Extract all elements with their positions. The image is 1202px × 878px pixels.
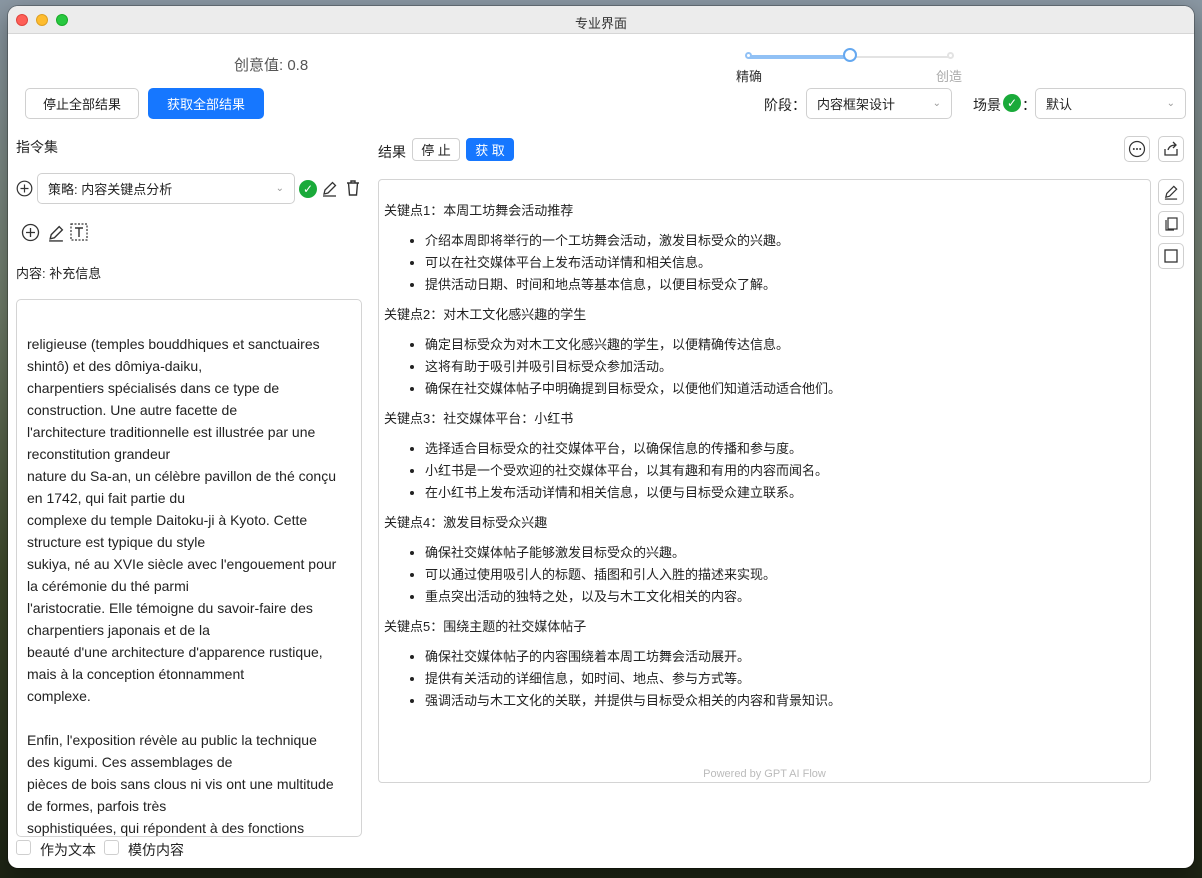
window-title: 专业界面 [574,16,627,31]
key-point-list: 介绍本周即将举行的一个工坊舞会活动，激发目标受众的兴趣。可以在社交媒体平台上发布… [384,230,1150,296]
content-line: beauté d'une architecture d'apparence ru… [27,644,323,660]
as-text-checkbox[interactable] [16,840,31,855]
key-point-item: 可以在社交媒体平台上发布活动详情和相关信息。 [425,252,1150,274]
content-line: pièces de bois sans clous ni vis ont une… [27,776,334,792]
chevron-down-icon: ⌄ [1166,98,1175,109]
key-point-heading: 关键点2：对木工文化感兴趣的学生 [384,307,587,322]
content-line: de formes, parfois très [27,798,167,814]
content-line: sophistiquées, qui répondent à des fonct… [27,820,305,836]
content-line: construction. Une autre facette de [27,402,238,418]
key-point-heading: 关键点3：社交媒体平台：小红书 [384,411,574,426]
strategy-select[interactable]: 策略: 内容关键点分析 ⌄ [37,173,295,204]
key-point-item: 介绍本周即将举行的一个工坊舞会活动，激发目标受众的兴趣。 [425,230,1150,252]
content-line: charpentiers japonais et de la [27,622,210,638]
stage-select[interactable]: 内容框架设计 ⌄ [806,88,952,119]
content-textarea[interactable]: religieuse (temples bouddhiques et sanct… [16,299,362,837]
key-point-item: 强调活动与木工文化的关联，并提供与目标受众相关的内容和背景知识。 [425,690,1150,712]
key-point-heading: 关键点1：本周工坊舞会活动推荐 [384,203,574,218]
content-line: reconstitution grandeur [27,446,171,462]
creativity-slider-fill [748,55,851,59]
key-point-item: 可以通过使用吸引人的标题、插图和引人入胜的描述来实现。 [425,564,1150,586]
key-point-item: 小红书是一个受欢迎的社交媒体平台，以其有趣和有用的内容而闻名。 [425,460,1150,482]
key-point-list: 选择适合目标受众的社交媒体平台，以确保信息的传播和参与度。小红书是一个受欢迎的社… [384,438,1150,504]
key-point-list: 确保社交媒体帖子能够激发目标受众的兴趣。可以通过使用吸引人的标题、插图和引人入胜… [384,542,1150,608]
text-box-icon[interactable] [69,222,89,242]
content-text: religieuse (temples bouddhiques et sanct… [27,333,351,836]
result-panel: 关键点1：本周工坊舞会活动推荐介绍本周即将举行的一个工坊舞会活动，激发目标受众的… [378,179,1151,783]
key-point-item: 确定目标受众为对木工文化感兴趣的学生，以便精确传达信息。 [425,334,1150,356]
content-line: en 1742, qui fait partie du [27,490,186,506]
slider-start-dot [745,52,752,59]
stop-all-results-button[interactable]: 停止全部结果 [25,88,139,119]
creativity-value: 创意值: 0.8 [234,57,309,74]
key-point-item: 选择适合目标受众的社交媒体平台，以确保信息的传播和参与度。 [425,438,1150,460]
imitate-content-checkbox[interactable] [104,840,119,855]
result-content: 关键点1：本周工坊舞会活动推荐介绍本周即将举行的一个工坊舞会活动，激发目标受众的… [379,180,1150,712]
instructions-header: 指令集 [16,139,58,155]
scene-select-value: 默认 [1046,97,1073,112]
content-line: l'aristocratie. Elle témoigne du savoir-… [27,600,313,616]
chevron-down-icon: ⌄ [932,98,941,109]
slider-end-dot [947,52,954,59]
share-icon[interactable] [1158,136,1184,162]
key-point-item: 提供活动日期、时间和地点等基本信息，以便目标受众了解。 [425,274,1150,296]
results-header: 结果 [378,144,406,160]
content-line: la cérémonie du thé parmi [27,578,189,594]
key-point-item: 确保在社交媒体帖子中明确提到目标受众，以便他们知道活动适合他们。 [425,378,1150,400]
content-line: shintô) et des dômiya-daiku, [27,358,203,374]
content-line: religieuse (temples bouddhiques et sanct… [27,336,320,352]
copy-icon[interactable] [1158,211,1184,237]
key-point-list: 确保社交媒体帖子的内容围绕着本周工坊舞会活动展开。提供有关活动的详细信息，如时间… [384,646,1150,712]
scene-label: 场景 [973,97,1001,113]
fetch-all-results-button[interactable]: 获取全部结果 [148,88,264,119]
content-line: mais à la conception étonnamment [27,666,245,682]
slider-right-label: 创造 [936,69,963,84]
creativity-slider-handle[interactable] [843,48,857,62]
pencil-icon[interactable] [1158,179,1184,205]
powered-by-text: Powered by GPT AI Flow [703,768,826,780]
stage-label: 阶段： [764,97,806,113]
key-point-item: 确保社交媒体帖子能够激发目标受众的兴趣。 [425,542,1150,564]
check-circle-icon: ✓ [299,180,317,198]
check-circle-icon: ✓ [1003,94,1021,112]
content-line: charpentiers spécialisés dans ce type de [27,380,280,396]
content-line: Enfin, l'exposition révèle au public la … [27,732,317,748]
title-bar: 专业界面 [8,6,1194,34]
content-line: l'architecture traditionnelle est illust… [27,424,316,440]
trash-icon[interactable] [344,178,362,198]
stage-select-value: 内容框架设计 [817,97,896,112]
slider-left-label: 精确 [736,69,763,84]
content-line [27,707,351,729]
content-line: des kigumi. Ces assemblages de [27,754,233,770]
stop-result-button[interactable]: 停 止 [412,138,460,161]
chevron-down-icon: ⌄ [275,183,284,194]
chat-bubble-icon[interactable] [1124,136,1150,162]
key-point-item: 提供有关活动的详细信息，如时间、地点、参与方式等。 [425,668,1150,690]
scene-select[interactable]: 默认 ⌄ [1035,88,1186,119]
content-line: structure est typique du style [27,534,206,550]
key-point-item: 确保社交媒体帖子的内容围绕着本周工坊舞会活动展开。 [425,646,1150,668]
content-line: complexe. [27,688,91,704]
pencil-icon[interactable] [320,179,338,197]
key-point-item: 在小红书上发布活动详情和相关信息，以便与目标受众建立联系。 [425,482,1150,504]
scene-colon: ： [1022,97,1036,113]
strategy-select-value: 策略: 内容关键点分析 [48,182,173,197]
pencil-icon[interactable] [46,223,65,242]
content-line: sukiya, né au XVIe siècle avec l'engouem… [27,556,337,572]
square-icon[interactable] [1158,243,1184,269]
content-line: nature du Sa-an, un célèbre pavillon de … [27,468,336,484]
key-point-item: 重点突出活动的独特之处，以及与木工文化相关的内容。 [425,586,1150,608]
fetch-result-button[interactable]: 获 取 [466,138,514,161]
key-point-heading: 关键点5：围绕主题的社交媒体帖子 [384,619,587,634]
key-point-heading: 关键点4：激发目标受众兴趣 [384,515,548,530]
plus-circle-icon[interactable] [15,179,33,197]
as-text-label: 作为文本 [40,842,96,858]
plus-circle-icon[interactable] [21,223,40,242]
imitate-content-label: 模仿内容 [128,842,184,858]
key-point-item: 这将有助于吸引并吸引目标受众参加活动。 [425,356,1150,378]
content-label: 内容: 补充信息 [16,266,102,281]
content-line: complexe du temple Daitoku-ji à Kyoto. C… [27,512,308,528]
app-window: 专业界面 创意值: 0.8 精确 创造 停止全部结果 获取全部结果 阶段： 内容… [8,6,1194,868]
key-point-list: 确定目标受众为对木工文化感兴趣的学生，以便精确传达信息。这将有助于吸引并吸引目标… [384,334,1150,400]
